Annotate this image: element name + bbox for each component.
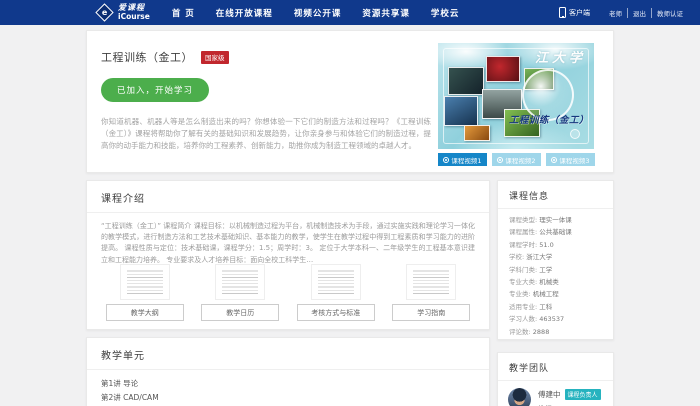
teaching-team-card: 教学团队 傅建中 课程负责人 教授 xyxy=(497,352,614,406)
course-intro-body: “工程训练（金工）” 课程简介 课程目标：以机械制造过程为平台，机械制造技术为手… xyxy=(87,213,489,266)
teacher-name: 傅建中 xyxy=(538,389,561,400)
info-major-class: 专业类: 机械工程 xyxy=(509,288,602,300)
info-course-type: 课程类型: 理实一体课 xyxy=(509,214,602,226)
attachment-guide: 学习指南 xyxy=(388,264,474,321)
teacher-cert-link[interactable]: 教师认证 xyxy=(651,8,688,18)
nav-item-shared-resources[interactable]: 资源共享课 xyxy=(362,7,410,19)
info-school: 学校: 浙江大学 xyxy=(509,251,602,263)
info-discipline: 学科门类: 工学 xyxy=(509,264,602,276)
info-learner-count: 学习人数: 463537 xyxy=(509,313,602,325)
nav-item-home[interactable]: 首 页 xyxy=(172,7,195,19)
course-info-fields: 课程类型: 理实一体课 课程属性: 公共基础课 课程学时: 51.0 学校: 浙… xyxy=(498,209,613,343)
video-tabs: 课程视频1 课程视频2 课程视频3 xyxy=(438,153,595,166)
course-intro-card: 课程介绍 “工程训练（金工）” 课程简介 课程目标：以机械制造过程为平台，机械制… xyxy=(86,180,490,330)
video-tab-label: 课程视频2 xyxy=(505,155,535,165)
teaching-units-heading: 教学单元 xyxy=(87,338,489,370)
brand-name-en: iCourse xyxy=(118,13,150,21)
play-icon xyxy=(497,157,503,163)
course-header-card: 工程训练（金工） 国家级 已加入，开始学习 你知道机器、机器人等是怎么制造出来的… xyxy=(86,30,614,173)
nav-item-video-courses[interactable]: 视频公开课 xyxy=(294,7,342,19)
teaching-units-card: 教学单元 第1讲 导论 第2讲 CAD/CAM 第3讲 数车 第4讲 数铣 第5… xyxy=(86,337,490,406)
nav-right: 客户端 老师 退出 教师认证 xyxy=(559,0,688,25)
course-leader-badge: 课程负责人 xyxy=(565,389,601,400)
info-major-category: 专业大类: 机械类 xyxy=(509,276,602,288)
course-intro-heading: 课程介绍 xyxy=(87,181,489,213)
page: e 爱课程 iCourse 首 页 在线开放课程 视频公开课 资源共享课 学校云… xyxy=(0,0,700,406)
user-name-link[interactable]: 老师 xyxy=(604,8,627,18)
teacher-avatar xyxy=(508,388,531,406)
play-icon xyxy=(443,157,449,163)
course-description: 你知道机器、机器人等是怎么制造出来的吗？你想体验一下它们的制造方法和过程吗？《工… xyxy=(101,116,431,152)
nav-links: 首 页 在线开放课程 视频公开课 资源共享课 学校云 xyxy=(172,7,481,19)
icourse-logo-icon: e xyxy=(95,3,113,21)
calendar-button[interactable]: 教学日历 xyxy=(201,304,279,321)
attachments-row: 教学大纲 教学日历 考核方式与标准 学习指南 xyxy=(87,264,489,321)
play-icon xyxy=(551,157,557,163)
video-tab-1[interactable]: 课程视频1 xyxy=(438,153,487,166)
brand-text: 爱课程 iCourse xyxy=(118,4,150,20)
national-level-badge: 国家级 xyxy=(201,51,229,64)
client-download-link[interactable]: 客户端 xyxy=(569,8,590,18)
document-thumbnail[interactable] xyxy=(215,264,265,300)
document-thumbnail[interactable] xyxy=(120,264,170,300)
brand-logo[interactable]: e 爱课程 iCourse xyxy=(98,4,150,20)
attachment-assessment: 考核方式与标准 xyxy=(293,264,379,321)
document-thumbnail[interactable] xyxy=(406,264,456,300)
nav-item-school-cloud[interactable]: 学校云 xyxy=(431,7,460,19)
info-applicable-major: 适用专业: 工科 xyxy=(509,301,602,313)
info-course-attr: 课程属性: 公共基础课 xyxy=(509,226,602,238)
video-tab-label: 课程视频1 xyxy=(451,155,481,165)
unit-item-1[interactable]: 第1讲 导论 xyxy=(101,377,475,391)
attachment-calendar: 教学日历 xyxy=(197,264,283,321)
study-guide-button[interactable]: 学习指南 xyxy=(392,304,470,321)
top-navbar: e 爱课程 iCourse 首 页 在线开放课程 视频公开课 资源共享课 学校云… xyxy=(0,0,700,25)
team-member-row[interactable]: 傅建中 课程负责人 教授 xyxy=(498,381,613,406)
video-tab-2[interactable]: 课程视频2 xyxy=(492,153,541,166)
member-info: 傅建中 课程负责人 教授 xyxy=(538,388,601,406)
course-info-card: 课程信息 课程类型: 理实一体课 课程属性: 公共基础课 课程学时: 51.0 … xyxy=(497,180,614,340)
video-tab-3[interactable]: 课程视频3 xyxy=(546,153,595,166)
nav-item-open-courses[interactable]: 在线开放课程 xyxy=(216,7,273,19)
course-banner-image: 江大学 工程训练（金工） xyxy=(438,43,594,149)
course-title: 工程训练（金工） xyxy=(101,49,193,65)
banner-frame xyxy=(443,48,589,144)
attachment-syllabus: 教学大纲 xyxy=(102,264,188,321)
join-course-button[interactable]: 已加入，开始学习 xyxy=(101,78,209,102)
info-course-hours: 课程学时: 51.0 xyxy=(509,239,602,251)
course-info-heading: 课程信息 xyxy=(498,181,613,209)
mobile-phone-icon xyxy=(559,7,566,18)
unit-list: 第1讲 导论 第2讲 CAD/CAM 第3讲 数车 第4讲 数铣 第5讲 逆向工… xyxy=(87,370,489,406)
video-tab-label: 课程视频3 xyxy=(559,155,589,165)
logout-link[interactable]: 退出 xyxy=(627,8,651,18)
document-thumbnail[interactable] xyxy=(311,264,361,300)
assessment-button[interactable]: 考核方式与标准 xyxy=(297,304,375,321)
info-comment-count: 评论数: 2888 xyxy=(509,326,602,338)
syllabus-button[interactable]: 教学大纲 xyxy=(106,304,184,321)
unit-item-2[interactable]: 第2讲 CAD/CAM xyxy=(101,391,475,405)
teaching-team-heading: 教学团队 xyxy=(498,353,613,381)
